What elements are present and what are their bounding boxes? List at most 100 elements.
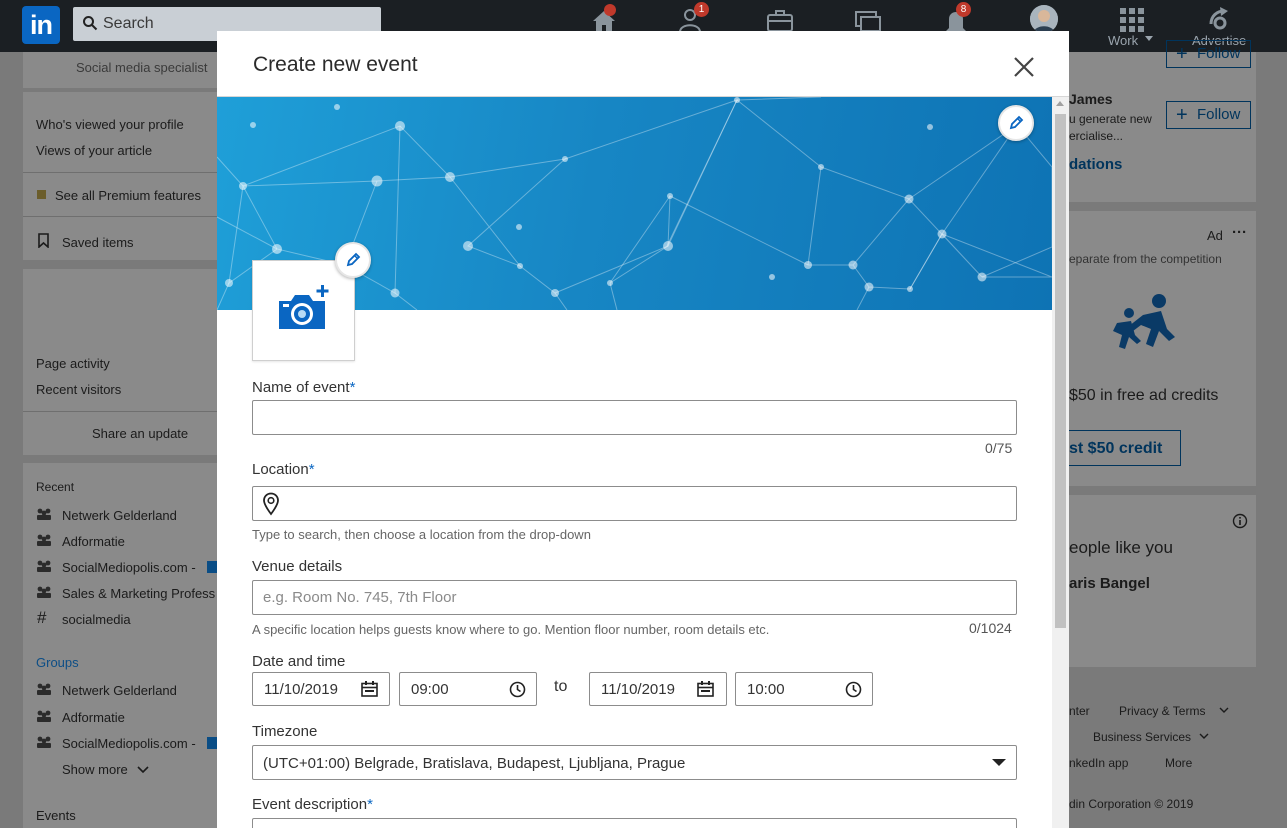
ad-cta-button[interactable]: st $50 credit	[1065, 430, 1181, 466]
scrollbar-thumb[interactable]	[1055, 114, 1066, 628]
avatar[interactable]	[1030, 5, 1058, 33]
location-hint: Type to search, then choose a location f…	[252, 527, 591, 542]
footer-link[interactable]: nkedIn app	[1069, 756, 1128, 770]
description-label-text: Event description	[252, 796, 368, 813]
work-label[interactable]: Work	[1108, 33, 1138, 48]
plus-icon: +	[1176, 104, 1188, 126]
profile-card: Social media specialist	[23, 52, 217, 88]
chevron-down-icon	[1219, 707, 1229, 713]
ad-card: Ad ··· eparate from the competition $50 …	[1065, 211, 1256, 486]
recent-item[interactable]: SocialMediopolis.com -	[62, 560, 196, 575]
location-label: Location*	[252, 461, 315, 478]
event-logo-upload[interactable]	[252, 260, 355, 361]
location-field[interactable]	[252, 486, 1017, 521]
person-name[interactable]: James	[1069, 91, 1113, 107]
info-icon[interactable]	[1232, 513, 1248, 529]
events-heading[interactable]: Events	[36, 808, 76, 823]
location-label-text: Location	[252, 461, 309, 478]
start-time-field[interactable]: 09:00	[399, 672, 537, 706]
profile-stats-card: Who's viewed your profile Views of your …	[23, 92, 217, 260]
end-date-value: 11/10/2019	[601, 681, 675, 698]
start-time-value: 09:00	[411, 681, 449, 698]
people-like-you-card: eople like you aris Bangel	[1069, 495, 1256, 667]
timezone-label: Timezone	[252, 723, 318, 740]
recommendations-link[interactable]: dations	[1069, 156, 1122, 173]
footer-link[interactable]: nter	[1069, 704, 1090, 718]
saved-items-link[interactable]: Saved items	[62, 235, 134, 250]
show-more-link[interactable]: Show more	[62, 762, 128, 777]
pencil-icon	[1009, 115, 1024, 130]
share-update-button[interactable]: Share an update	[92, 426, 188, 441]
footer-link[interactable]: Privacy & Terms	[1119, 704, 1205, 718]
dropdown-caret-icon	[992, 759, 1006, 766]
community-card: Recent Netwerk Gelderland Adformatie Soc…	[23, 463, 217, 828]
group-item[interactable]: SocialMediopolis.com -	[62, 736, 196, 751]
running-people-icon	[1113, 294, 1175, 349]
calendar-icon[interactable]	[361, 681, 378, 697]
home-badge	[604, 4, 616, 16]
group-item[interactable]: Adformatie	[62, 710, 125, 725]
required-mark: *	[367, 796, 373, 813]
ad-label: Ad	[1207, 228, 1223, 243]
end-time-field[interactable]: 10:00	[735, 672, 873, 706]
end-time-value: 10:00	[747, 681, 785, 698]
profile-headline: Social media specialist	[76, 60, 208, 75]
chevron-down-icon	[1199, 733, 1209, 739]
edit-cover-button[interactable]	[998, 105, 1034, 141]
recent-item[interactable]: Sales & Marketing Profess	[62, 586, 215, 601]
recent-visitors-link[interactable]: Recent visitors	[36, 382, 121, 397]
calendar-icon[interactable]	[697, 681, 714, 697]
group-icon	[37, 683, 51, 695]
venue-input[interactable]	[253, 581, 1016, 614]
clock-icon[interactable]	[509, 681, 526, 698]
name-char-counter: 0/75	[985, 440, 1013, 456]
page-activity-link[interactable]: Page activity	[36, 356, 110, 371]
timezone-select[interactable]: (UTC+01:00) Belgrade, Bratislava, Budape…	[252, 745, 1017, 780]
event-name-field[interactable]	[252, 400, 1017, 435]
recent-item[interactable]: Netwerk Gelderland	[62, 508, 177, 523]
notifications-badge: 8	[956, 2, 971, 17]
hashtag-icon: #	[37, 608, 47, 627]
recent-item[interactable]: Adformatie	[62, 534, 125, 549]
group-item[interactable]: Netwerk Gelderland	[62, 683, 177, 698]
footer-link[interactable]: More	[1165, 756, 1192, 770]
people-heading: eople like you	[1069, 538, 1173, 557]
name-label-text: Name of event	[252, 379, 350, 396]
footer-link[interactable]: Business Services	[1093, 730, 1191, 744]
follow-button[interactable]: + Follow	[1166, 40, 1252, 68]
views-article-link[interactable]: Views of your article	[36, 143, 152, 158]
edit-logo-button[interactable]	[335, 242, 371, 278]
linkedin-badge-icon	[207, 737, 217, 749]
follow-label: Follow	[1197, 45, 1241, 62]
location-input[interactable]	[253, 487, 1016, 520]
ad-cta-label: st $50 credit	[1069, 440, 1163, 457]
venue-field[interactable]	[252, 580, 1017, 615]
network-badge: 1	[694, 2, 709, 17]
scroll-up-arrow-icon[interactable]	[1056, 101, 1064, 106]
follow-button[interactable]: + Follow	[1166, 101, 1252, 129]
groups-heading[interactable]: Groups	[36, 655, 79, 670]
add-photo-icon	[279, 285, 329, 329]
recent-item[interactable]: socialmedia	[62, 612, 131, 627]
clock-icon[interactable]	[845, 681, 862, 698]
close-icon[interactable]	[1012, 55, 1036, 79]
group-icon	[37, 586, 51, 598]
premium-link[interactable]: See all Premium features	[55, 188, 201, 203]
whos-viewed-link[interactable]: Who's viewed your profile	[36, 117, 184, 132]
more-icon[interactable]: ···	[1232, 224, 1247, 241]
group-icon	[37, 710, 51, 722]
event-name-input[interactable]	[253, 401, 1016, 434]
chevron-down-icon	[137, 766, 149, 774]
end-date-field[interactable]: 11/10/2019	[589, 672, 727, 706]
advertise-icon[interactable]	[1205, 4, 1235, 34]
linkedin-logo[interactable]: in	[22, 6, 60, 44]
description-field[interactable]	[252, 818, 1017, 828]
people-name[interactable]: aris Bangel	[1069, 575, 1150, 592]
start-date-field[interactable]: 11/10/2019	[252, 672, 390, 706]
pencil-icon	[346, 252, 361, 267]
work-grid-icon[interactable]	[1117, 5, 1147, 35]
person-desc: ercialise...	[1069, 129, 1124, 143]
person-desc: u generate new	[1069, 112, 1152, 126]
required-mark: *	[308, 461, 315, 478]
group-icon	[37, 534, 51, 546]
